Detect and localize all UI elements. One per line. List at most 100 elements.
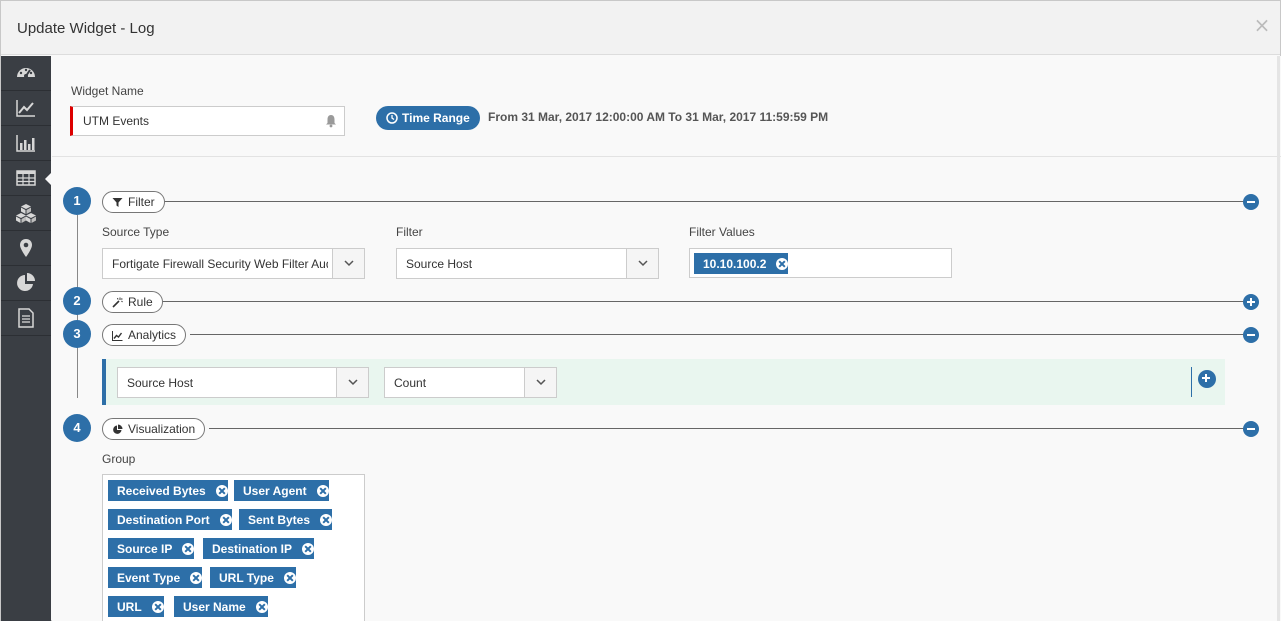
remove-tag-icon[interactable] [320, 513, 333, 526]
widget-name-field[interactable] [70, 106, 345, 136]
remove-tag-icon[interactable] [302, 542, 315, 555]
widget-name-label: Widget Name [71, 84, 144, 98]
magic-wand-icon [112, 297, 123, 308]
chevron-down-icon [637, 260, 648, 267]
analytics-field-select[interactable]: Source Host [117, 367, 369, 398]
step-rule-toggle[interactable]: Rule [102, 291, 163, 313]
step-filter-toggle[interactable]: Filter [102, 191, 165, 213]
group-tag: User Name [174, 596, 268, 617]
time-range-button-label: Time Range [402, 111, 470, 125]
group-tag: URL [108, 596, 164, 617]
analytics-function-value: Count [394, 376, 427, 390]
sidebar-item-dashboard[interactable] [1, 56, 51, 91]
close-icon[interactable]: × [1252, 15, 1272, 35]
remove-tag-icon[interactable] [215, 484, 228, 497]
group-tag-text: Event Type [117, 570, 181, 585]
step-divider-line [190, 334, 1244, 335]
remove-tag-icon[interactable] [316, 484, 329, 497]
step-visualization-label: Visualization [128, 422, 196, 436]
chevron-down-icon [343, 260, 354, 267]
group-tag: User Agent [234, 480, 329, 501]
filter-label: Filter [396, 225, 423, 239]
sidebar-item-document[interactable] [1, 301, 51, 336]
filter-values-input[interactable]: 10.10.100.2 [689, 248, 952, 278]
group-tag: Destination Port [108, 509, 232, 530]
bell-icon[interactable] [324, 114, 338, 128]
analytics-function-select[interactable]: Count [384, 367, 557, 398]
sidebar-item-map[interactable] [1, 231, 51, 266]
dialog-header: Update Widget - Log × [1, 1, 1280, 55]
widget-form: Widget Name Time Range From 31 Mar, 2017… [52, 56, 1281, 621]
document-icon [18, 308, 34, 328]
group-tag: Event Type [108, 567, 203, 588]
dropdown-arrow [332, 249, 364, 278]
group-tag: Received Bytes [108, 480, 228, 501]
scrollbar[interactable] [1277, 56, 1280, 621]
dropdown-arrow [336, 368, 368, 397]
step-number-2: 2 [63, 287, 91, 315]
group-tag-text: Sent Bytes [248, 512, 311, 527]
collapse-analytics-button[interactable] [1243, 327, 1259, 343]
analytics-row-divider [1191, 367, 1192, 397]
group-tag-text: URL Type [219, 570, 274, 585]
step-rule-label: Rule [128, 295, 153, 309]
cubes-icon [16, 204, 36, 223]
update-widget-dialog: Update Widget - Log × Widget Name UTM Ev… [0, 0, 1281, 621]
expand-rule-button[interactable] [1243, 294, 1259, 310]
group-by-input[interactable]: Received Bytes User Agent Destination Po… [102, 474, 365, 621]
filter-field-value: Source Host [406, 257, 473, 271]
step-number-1: 1 [63, 187, 91, 215]
sidebar-item-pie-chart[interactable] [1, 266, 51, 301]
section-divider [52, 156, 1281, 157]
time-range-text: From 31 Mar, 2017 12:00:00 AM To 31 Mar,… [488, 110, 829, 124]
step-number-4: 4 [63, 414, 91, 442]
group-tag-text: User Agent [243, 483, 307, 498]
chevron-down-icon [535, 379, 546, 386]
remove-tag-icon[interactable] [776, 257, 789, 270]
map-marker-icon [20, 239, 32, 257]
step-divider-line [161, 301, 1244, 302]
collapse-visualization-button[interactable] [1243, 421, 1259, 437]
step-divider-line [163, 201, 1244, 202]
add-analytics-row-button[interactable] [1198, 370, 1216, 388]
remove-tag-icon[interactable] [283, 571, 296, 584]
remove-tag-icon[interactable] [190, 571, 203, 584]
analytics-field-value: Source Host [127, 376, 194, 390]
time-range-button[interactable]: Time Range [376, 106, 480, 130]
group-tag-text: Destination Port [117, 512, 210, 527]
dropdown-arrow [524, 368, 556, 397]
remove-tag-icon[interactable] [255, 600, 268, 613]
chevron-down-icon [347, 379, 358, 386]
step-filter-label: Filter [128, 195, 155, 209]
group-tag-text: Destination IP [212, 541, 293, 556]
collapse-filter-button[interactable] [1243, 194, 1259, 210]
group-tag: Destination IP [203, 538, 315, 559]
dropdown-arrow [626, 249, 658, 278]
step-divider-line [209, 428, 1244, 429]
clock-icon [386, 112, 398, 124]
sidebar-item-bar-chart[interactable] [1, 126, 51, 161]
step-analytics-label: Analytics [128, 328, 177, 342]
remove-tag-icon[interactable] [182, 542, 195, 555]
table-icon [16, 170, 36, 186]
group-label: Group [102, 452, 136, 466]
analytics-row: Source Host Count [102, 359, 1225, 405]
filter-value-text: 10.10.100.2 [703, 256, 767, 271]
group-tag-text: URL [117, 599, 142, 614]
group-tag: Sent Bytes [239, 509, 333, 530]
step-visualization-toggle[interactable]: Visualization [102, 418, 206, 440]
filter-field-select[interactable]: Source Host [396, 248, 659, 279]
sidebar-item-cubes[interactable] [1, 196, 51, 231]
line-chart-icon [16, 100, 35, 117]
source-type-select[interactable]: Fortigate Firewall Security Web Filter A… [102, 248, 365, 279]
remove-tag-icon[interactable] [219, 513, 232, 526]
source-type-value: Fortigate Firewall Security Web Filter A… [112, 257, 328, 271]
step-analytics-toggle[interactable]: Analytics [102, 324, 187, 346]
group-tag-text: User Name [183, 599, 246, 614]
remove-tag-icon[interactable] [151, 600, 164, 613]
widget-name-input[interactable] [83, 114, 313, 128]
sidebar-item-line-chart[interactable] [1, 91, 51, 126]
funnel-icon [112, 197, 123, 207]
filter-values-label: Filter Values [689, 225, 755, 239]
sidebar-item-table[interactable] [1, 161, 51, 196]
